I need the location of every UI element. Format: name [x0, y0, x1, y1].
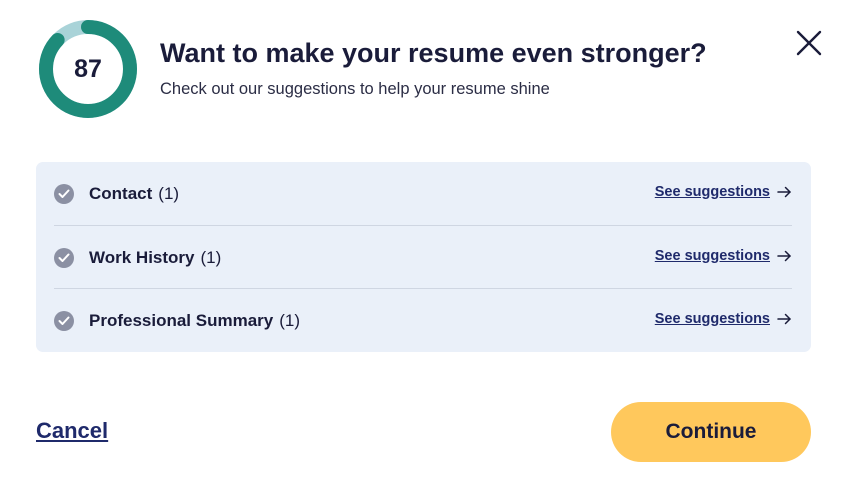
see-suggestions-label: See suggestions [654, 184, 770, 200]
suggestion-row-contact: Contact (1) See suggestions [54, 162, 792, 225]
suggestion-row-professional-summary: Professional Summary (1) See suggestions [54, 289, 792, 352]
check-circle-icon [54, 183, 74, 204]
see-suggestions-link-contact[interactable]: See suggestions [655, 184, 792, 200]
arrow-right-icon [777, 313, 791, 325]
section-count: (1) [200, 247, 222, 267]
check-circle-icon [54, 247, 74, 268]
resume-score-value: 87 [74, 54, 102, 83]
suggestions-panel: Contact (1) See suggestions Work History… [36, 162, 811, 352]
arrow-right-icon [777, 186, 791, 198]
check-circle-icon [54, 310, 74, 331]
see-suggestions-label: See suggestions [654, 311, 770, 327]
see-suggestions-link-work-history[interactable]: See suggestions [655, 248, 792, 264]
section-count: (1) [279, 310, 301, 330]
section-label: Work History [89, 247, 195, 267]
section-label: Contact [89, 183, 153, 203]
resume-score-ring: 87 [38, 19, 138, 119]
suggestions-dialog: 87 Want to make your resume even stronge… [0, 0, 845, 500]
section-count: (1) [158, 183, 180, 203]
continue-button[interactable]: Continue [611, 402, 811, 462]
cancel-link[interactable]: Cancel [36, 418, 108, 444]
close-button[interactable] [793, 27, 825, 59]
see-suggestions-link-professional-summary[interactable]: See suggestions [655, 311, 792, 327]
close-icon [796, 30, 822, 56]
section-label: Professional Summary [89, 310, 274, 330]
suggestion-row-work-history: Work History (1) See suggestions [54, 226, 792, 289]
see-suggestions-label: See suggestions [654, 248, 770, 264]
dialog-title: Want to make your resume even stronger? [160, 38, 707, 68]
dialog-subtitle: Check out our suggestions to help your r… [160, 80, 550, 98]
arrow-right-icon [777, 250, 791, 262]
